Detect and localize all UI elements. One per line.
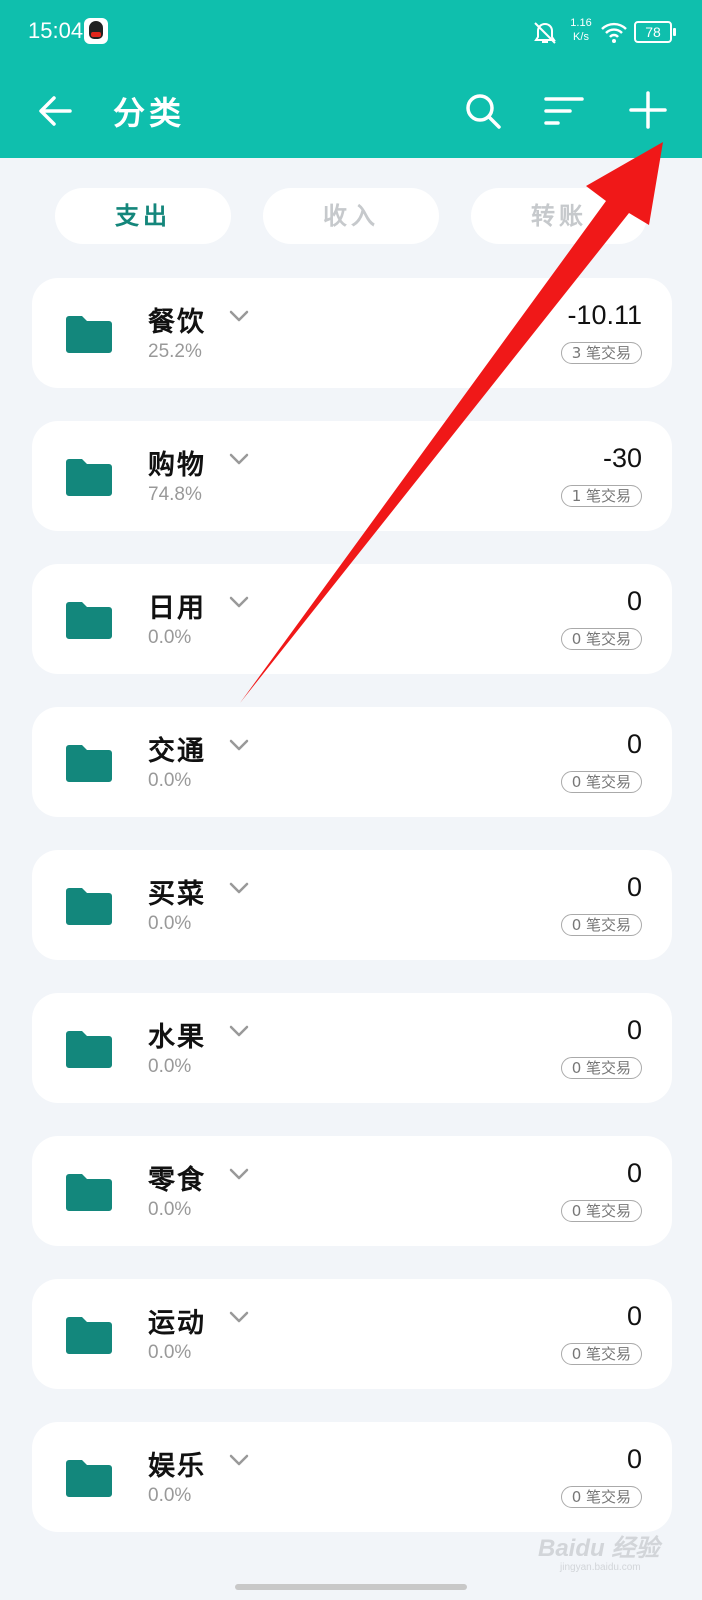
category-amount: 0: [626, 872, 642, 902]
app-header: 15:04 1.16 K/s 78 分类: [0, 0, 702, 158]
page-title: 分类: [113, 94, 186, 132]
sort-icon[interactable]: [544, 94, 584, 128]
category-name: 购物: [148, 450, 206, 481]
transaction-count-badge: 0 笔交易: [560, 628, 642, 650]
tab-expense[interactable]: 支出: [55, 188, 231, 244]
type-tabs: 支出 收入 转账: [0, 188, 702, 246]
category-item[interactable]: 娱乐 0.0% 0 0 笔交易: [32, 1422, 672, 1532]
tab-transfer[interactable]: 转账: [471, 188, 647, 244]
watermark-url: jingyan.baidu.com: [560, 1562, 641, 1573]
category-percent: 0.0%: [148, 1342, 192, 1363]
transaction-count-badge: 0 笔交易: [560, 1200, 642, 1222]
category-percent: 0.0%: [148, 1485, 192, 1506]
category-amount: -10.11: [567, 300, 642, 330]
chevron-down-icon[interactable]: [228, 1452, 250, 1468]
category-item[interactable]: 水果 0.0% 0 0 笔交易: [32, 993, 672, 1103]
category-item[interactable]: 日用 0.0% 0 0 笔交易: [32, 564, 672, 674]
category-name: 日用: [148, 593, 206, 624]
status-bar: 15:04 1.16 K/s 78: [0, 0, 702, 64]
folder-icon: [66, 602, 112, 639]
category-list: 餐饮 25.2% -10.11 3 笔交易购物 74.8% -30 1 笔交易日用 0.0% 0…: [32, 278, 672, 1565]
category-name: 水果: [148, 1022, 206, 1053]
bell-muted-icon: [534, 22, 556, 44]
category-amount: 0: [626, 1301, 642, 1331]
category-name: 交通: [148, 736, 206, 767]
chevron-down-icon[interactable]: [228, 737, 250, 753]
category-item[interactable]: 运动 0.0% 0 0 笔交易: [32, 1279, 672, 1389]
chevron-down-icon[interactable]: [228, 1023, 250, 1039]
add-icon[interactable]: [628, 90, 668, 130]
category-amount: 0: [626, 1015, 642, 1045]
transaction-count-badge: 0 笔交易: [560, 1057, 642, 1079]
net-speed-unit: K/s: [573, 31, 589, 43]
category-amount: -30: [602, 443, 642, 473]
transaction-count-badge: 3 笔交易: [560, 342, 642, 364]
category-item[interactable]: 餐饮 25.2% -10.11 3 笔交易: [32, 278, 672, 388]
category-amount: 0: [626, 1444, 642, 1474]
category-percent: 25.2%: [148, 341, 202, 362]
category-amount: 0: [626, 1158, 642, 1188]
watermark: Baidu 经验: [538, 1535, 660, 1562]
transaction-count-badge: 0 笔交易: [560, 771, 642, 793]
folder-icon: [66, 1174, 112, 1211]
category-item[interactable]: 买菜 0.0% 0 0 笔交易: [32, 850, 672, 960]
transaction-count-badge: 0 笔交易: [560, 1486, 642, 1508]
folder-icon: [66, 459, 112, 496]
category-percent: 0.0%: [148, 770, 192, 791]
category-item[interactable]: 购物 74.8% -30 1 笔交易: [32, 421, 672, 531]
folder-icon: [66, 1460, 112, 1497]
home-indicator[interactable]: [235, 1584, 467, 1590]
category-name: 娱乐: [148, 1451, 206, 1482]
toolbar: 分类: [0, 64, 702, 158]
chevron-down-icon[interactable]: [228, 308, 250, 324]
chevron-down-icon[interactable]: [228, 451, 250, 467]
net-speed: 1.16 K/s: [566, 16, 596, 44]
category-amount: 0: [626, 729, 642, 759]
category-amount: 0: [626, 586, 642, 616]
back-arrow-icon[interactable]: [36, 92, 74, 130]
folder-icon: [66, 1317, 112, 1354]
category-percent: 0.0%: [148, 1199, 192, 1220]
qq-notification-icon: [84, 18, 108, 44]
category-name: 零食: [148, 1165, 206, 1196]
battery-indicator: 78: [634, 21, 676, 43]
tab-income[interactable]: 收入: [263, 188, 439, 244]
chevron-down-icon[interactable]: [228, 1166, 250, 1182]
chevron-down-icon[interactable]: [228, 880, 250, 896]
category-name: 买菜: [148, 879, 206, 910]
transaction-count-badge: 0 笔交易: [560, 914, 642, 936]
category-percent: 0.0%: [148, 913, 192, 934]
transaction-count-badge: 1 笔交易: [560, 485, 642, 507]
folder-icon: [66, 745, 112, 782]
net-speed-value: 1.16: [570, 17, 592, 29]
category-item[interactable]: 零食 0.0% 0 0 笔交易: [32, 1136, 672, 1246]
folder-icon: [66, 1031, 112, 1068]
category-name: 餐饮: [148, 307, 206, 338]
category-name: 运动: [148, 1308, 206, 1339]
category-item[interactable]: 交通 0.0% 0 0 笔交易: [32, 707, 672, 817]
category-percent: 0.0%: [148, 1056, 192, 1077]
chevron-down-icon[interactable]: [228, 594, 250, 610]
category-percent: 74.8%: [148, 484, 202, 505]
category-percent: 0.0%: [148, 627, 192, 648]
wifi-icon: [601, 22, 627, 43]
chevron-down-icon[interactable]: [228, 1309, 250, 1325]
transaction-count-badge: 0 笔交易: [560, 1343, 642, 1365]
search-icon[interactable]: [464, 92, 502, 130]
folder-icon: [66, 888, 112, 925]
status-time: 15:04: [28, 18, 84, 43]
folder-icon: [66, 316, 112, 353]
